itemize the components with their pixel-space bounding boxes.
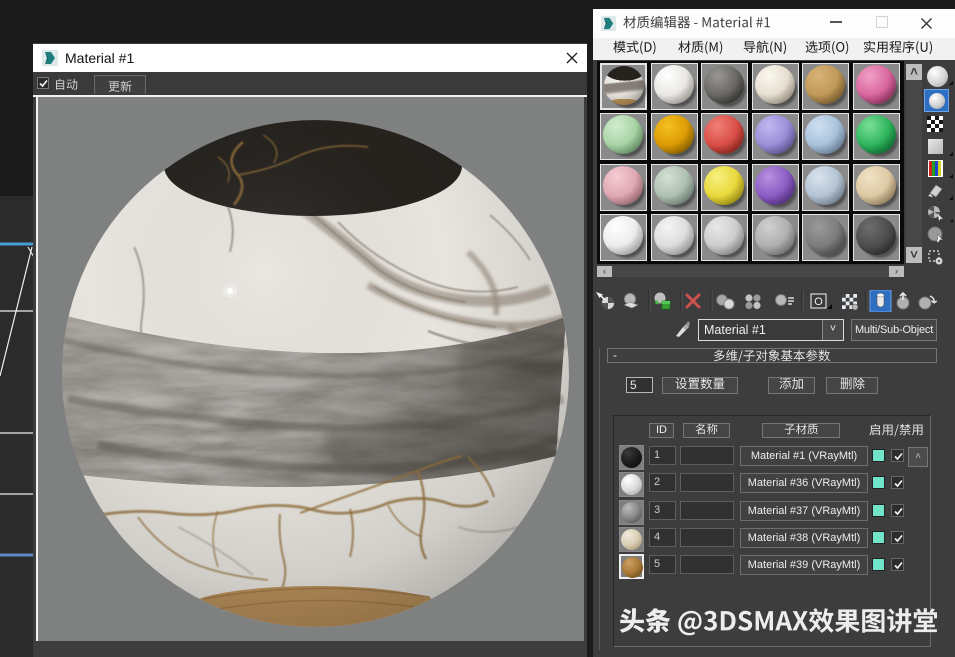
svg-text:O: O xyxy=(814,296,823,308)
